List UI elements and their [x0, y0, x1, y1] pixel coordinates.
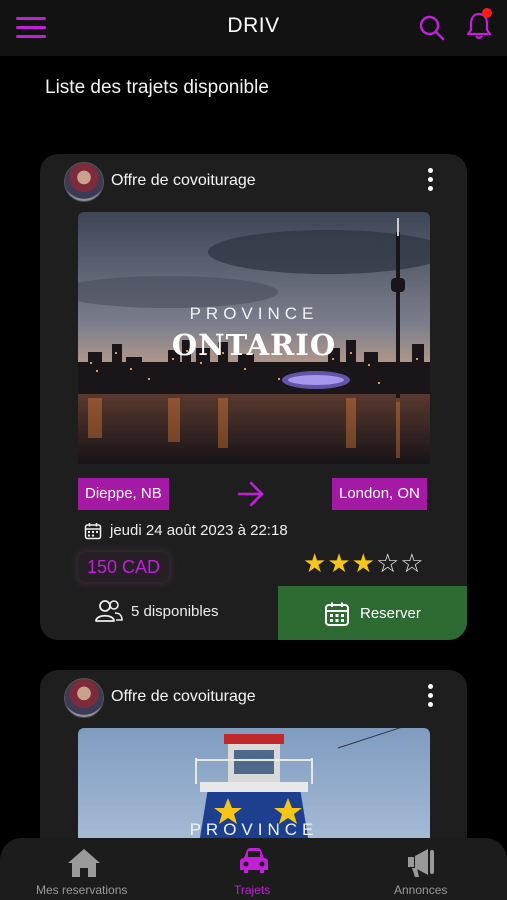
province-label: PROVINCE [189, 304, 319, 323]
arrow-right-icon [237, 481, 264, 507]
star-empty-icon: ☆ [375, 548, 401, 578]
nav-item-annonces[interactable]: Annonces [386, 838, 466, 900]
price-badge: 150 CAD [78, 552, 170, 582]
avatar[interactable] [64, 678, 104, 718]
destination-city: London, ON [332, 478, 427, 510]
reserve-label: Reserver [360, 605, 421, 622]
nav-item-trajets[interactable]: Trajets [224, 838, 284, 900]
date-text: jeudi 24 août 2023 à 22:18 [110, 522, 288, 539]
users-icon [95, 600, 123, 622]
rating-stars: ★★★☆☆ [303, 548, 425, 579]
card-header: Offre de covoiturage [40, 670, 467, 724]
star-filled-icon: ★ [351, 548, 376, 578]
star-filled-icon: ★ [327, 548, 352, 578]
province-label: PROVINCE [189, 820, 319, 839]
nav-label: Annonces [394, 883, 448, 897]
calendar-icon [325, 602, 349, 626]
home-icon [68, 849, 100, 877]
notification-dot [482, 8, 492, 18]
top-app-bar: DRIV [0, 0, 507, 56]
page-title: Liste des trajets disponible [45, 77, 269, 98]
nav-item-mes-reservations[interactable]: Mes reservations [30, 838, 140, 900]
trip-card: Offre de covoiturage [40, 154, 467, 640]
province-name: ONTARIO [171, 328, 337, 362]
province-image: PROVINCE ONTARIO [78, 212, 430, 464]
nav-label: Mes reservations [36, 883, 128, 897]
card-header: Offre de covoiturage [40, 154, 467, 208]
more-options-icon[interactable] [422, 168, 438, 194]
reserve-button[interactable]: Reserver [278, 586, 467, 640]
bottom-navigation: Mes reservations Trajets Annonces [0, 838, 507, 900]
car-icon [240, 848, 268, 873]
avatar[interactable] [64, 162, 104, 202]
more-options-icon[interactable] [422, 684, 438, 710]
star-filled-icon: ★ [303, 548, 328, 578]
offer-title: Offre de covoiturage [111, 172, 256, 189]
search-icon[interactable] [418, 14, 446, 42]
star-empty-icon: ☆ [400, 548, 425, 578]
offer-title: Offre de covoiturage [111, 688, 256, 705]
nav-label: Trajets [234, 883, 271, 897]
seats-text: 5 disponibles [131, 603, 219, 620]
origin-city: Dieppe, NB [78, 478, 169, 510]
calendar-icon [84, 523, 102, 540]
megaphone-icon [408, 849, 434, 877]
